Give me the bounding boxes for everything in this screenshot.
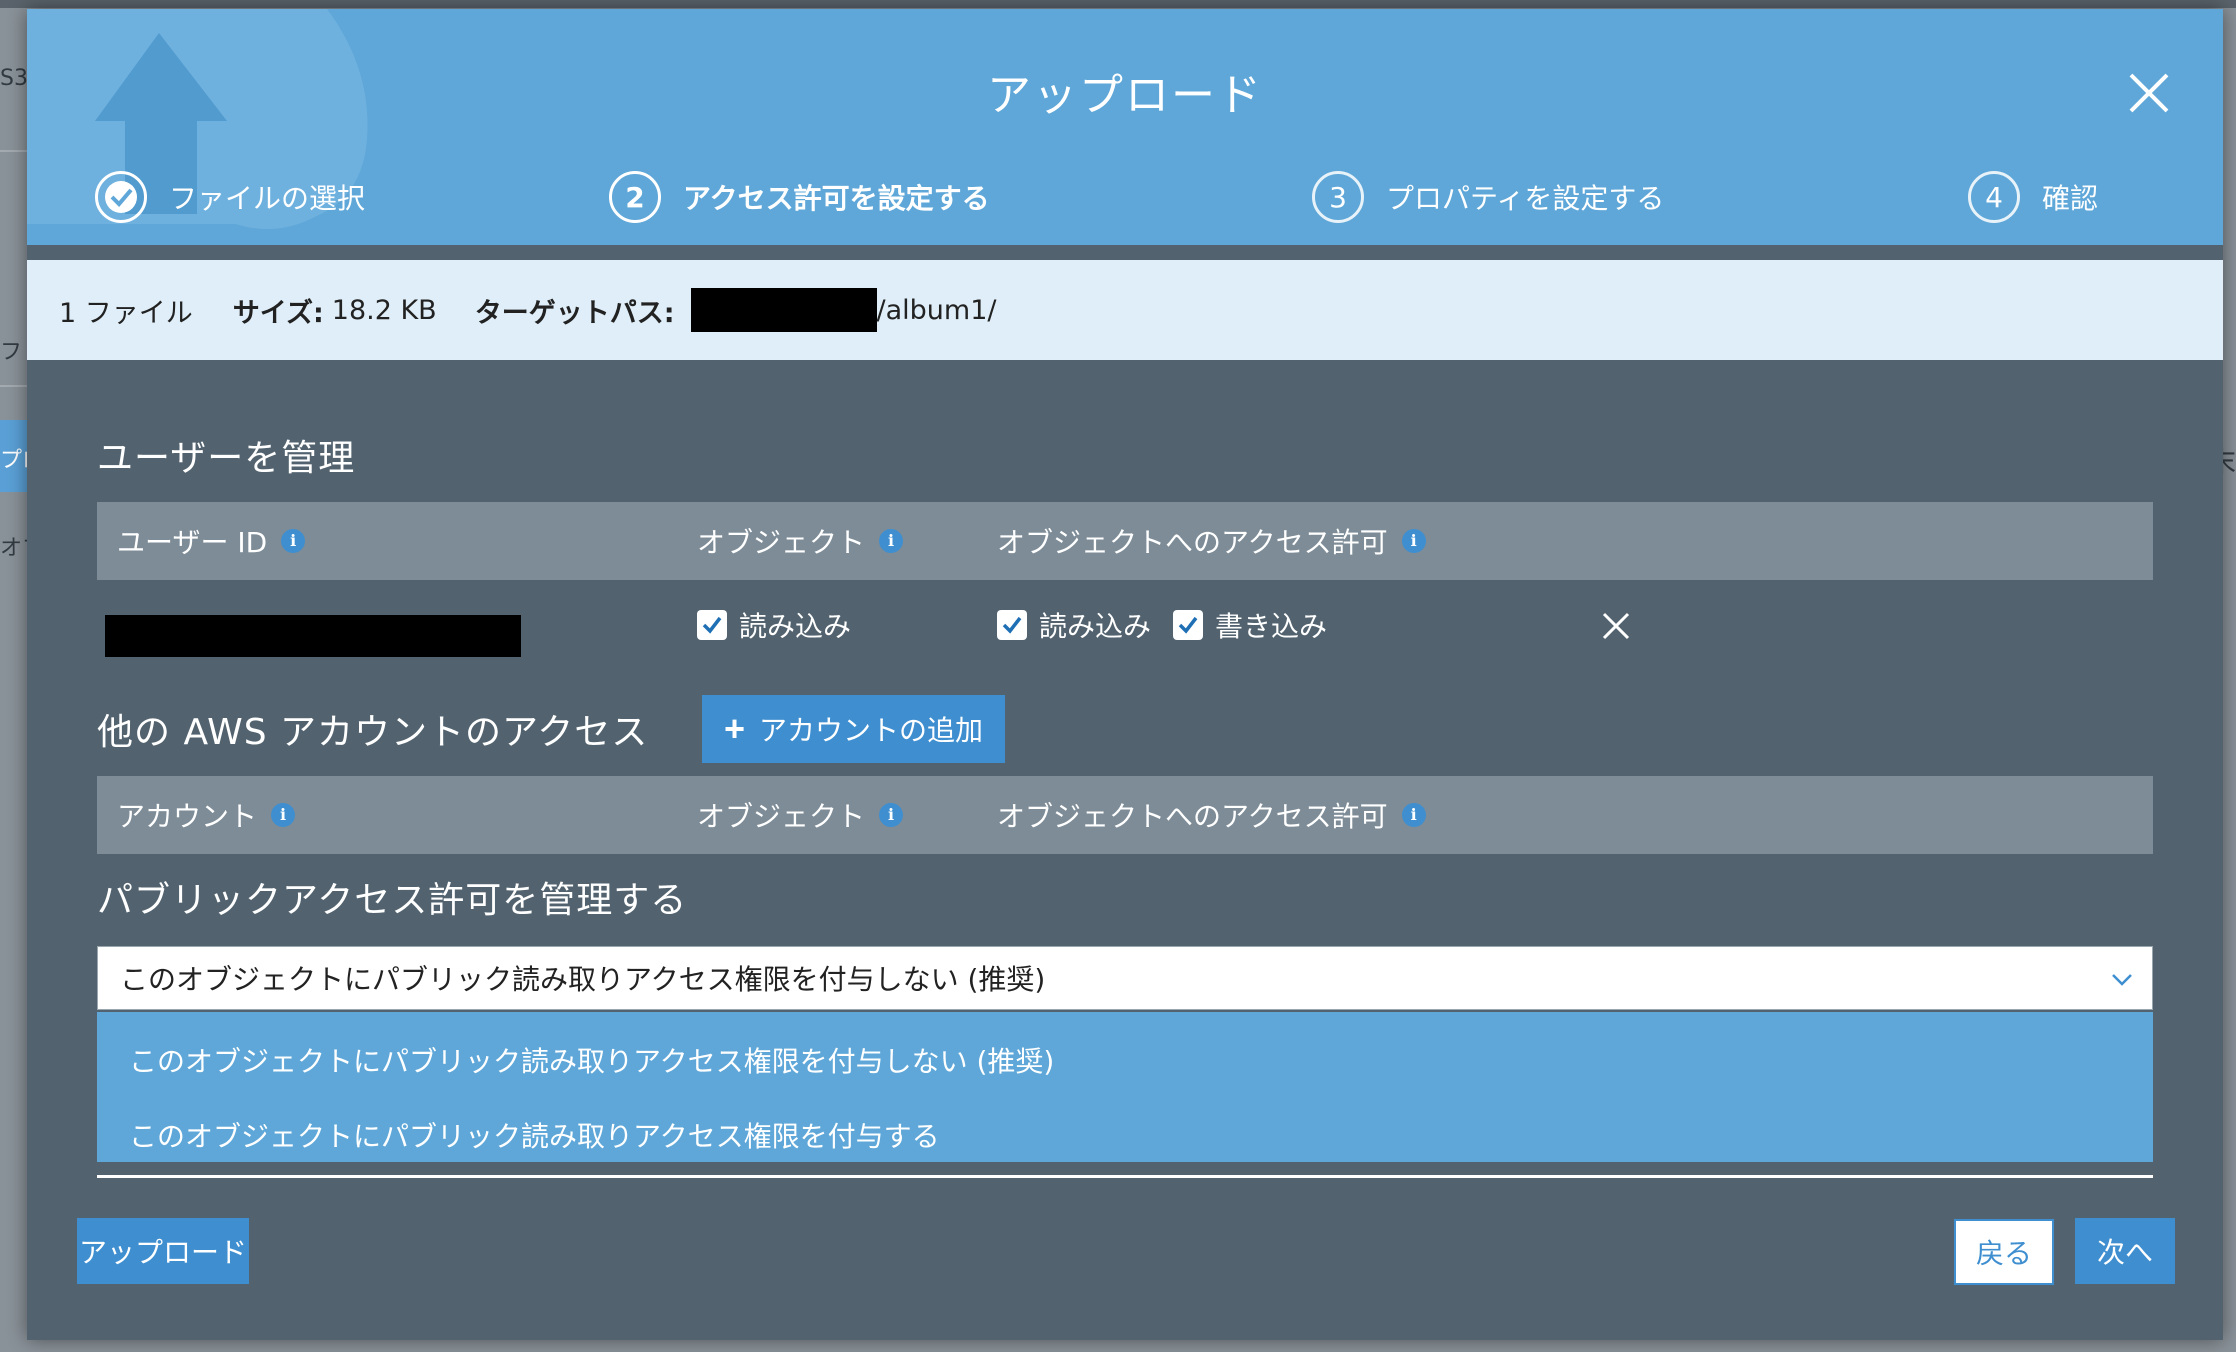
column-object: オブジェクト i [697,502,904,580]
wizard-steps: ファイルの選択 2 アクセス許可を設定する 3 プロパティを設定する 4 確認 [67,167,2197,227]
other-accounts-heading: 他の AWS アカウントのアクセス [97,712,649,753]
checkbox-label: 書き込み [1215,610,1328,643]
next-button[interactable]: 次へ [2075,1218,2175,1284]
step-select-files[interactable]: ファイルの選択 [95,167,365,227]
checkbox-checked[interactable] [697,610,727,640]
target-path-suffix: /album1/ [876,294,997,326]
column-label: オブジェクト [697,526,866,559]
column-user-id: ユーザー ID i [117,502,306,580]
modal-title: アップロード [987,70,1263,121]
step-label: ファイルの選択 [169,182,366,215]
column-account: アカウント i [117,776,296,854]
checkbox-checked[interactable] [1173,610,1204,640]
size-label: サイズ: [232,297,324,329]
close-icon[interactable] [2125,69,2173,117]
redacted-user-id [105,615,521,657]
redacted-bucket-name [690,288,877,332]
step-set-properties[interactable]: 3 プロパティを設定する [1312,167,1664,227]
check-icon [105,181,137,213]
step-number: 3 [1312,171,1364,223]
step-label: アクセス許可を設定する [683,182,990,215]
public-access-dropdown: このオブジェクトにパブリック読み取りアクセス権限を付与しない (推奨) このオブ… [97,1012,2153,1162]
add-account-button[interactable]: + アカウントの追加 [702,695,1006,763]
info-icon[interactable]: i [879,529,904,553]
background-text: フ [0,340,23,365]
chevron-down-icon [2112,974,2132,986]
background-divider [0,150,30,152]
info-icon[interactable]: i [879,803,904,827]
size-value: 18.2 KB [331,294,437,326]
users-table-header: ユーザー ID i オブジェクト i オブジェクトへのアクセス許可 i [97,502,2153,580]
info-icon[interactable]: i [1401,803,1426,827]
column-label: ユーザー ID [117,526,268,559]
background-top-bar [0,0,2236,8]
column-label: オブジェクトへのアクセス許可 [997,526,1388,559]
object-read-checkbox-group[interactable]: 読み込み [697,605,873,645]
table-row: 読み込み 読み込み 書き込み [97,591,2153,671]
column-label: アカウント [117,800,258,833]
check-icon [1002,616,1022,634]
step-check-icon [95,171,147,223]
check-icon [1178,616,1198,634]
add-account-label: アカウントの追加 [759,715,984,746]
column-object-permissions: オブジェクトへのアクセス許可 i [997,776,1426,854]
step-label: プロパティを設定する [1386,182,1665,215]
public-access-select[interactable]: このオブジェクトにパブリック読み取りアクセス権限を付与しない (推奨) [97,946,2153,1010]
dropdown-option-grant[interactable]: このオブジェクトにパブリック読み取りアクセス権限を付与する [129,1115,940,1155]
background-divider [0,385,30,387]
column-object: オブジェクト i [697,776,904,854]
permission-read-checkbox-group[interactable]: 読み込み 書き込み [997,605,1349,645]
info-icon[interactable]: i [1401,529,1426,553]
step-set-permissions[interactable]: 2 アクセス許可を設定する [609,167,990,227]
upload-button[interactable]: アップロード [77,1218,249,1284]
column-object-permissions: オブジェクトへのアクセス許可 i [997,502,1426,580]
check-icon [702,616,722,634]
modal-header: アップロード ファイルの選択 2 アクセス許可を設定する 3 プロパティを設定す… [27,9,2223,245]
target-path-label: ターゲットパス: [474,297,675,329]
checkbox-label: 読み込み [1039,610,1152,643]
checkbox-label: 読み込み [739,610,852,643]
step-review[interactable]: 4 確認 [1968,167,2098,227]
accounts-table-header: アカウント i オブジェクト i オブジェクトへのアクセス許可 i [97,776,2153,854]
back-button[interactable]: 戻る [1954,1219,2054,1285]
checkbox-checked[interactable] [997,610,1027,640]
step-label: 確認 [2042,182,2099,215]
file-count: 1 ファイル [59,297,193,329]
dropdown-option-deny[interactable]: このオブジェクトにパブリック読み取りアクセス権限を付与しない (推奨) [129,1040,1054,1080]
plus-icon: + [724,708,746,749]
manage-users-heading: ユーザーを管理 [97,438,356,479]
info-icon[interactable]: i [281,529,306,553]
remove-row-icon[interactable] [1599,609,1633,643]
step-number: 4 [1968,171,2020,223]
column-label: オブジェクトへのアクセス許可 [997,800,1388,833]
step-number: 2 [609,171,661,223]
public-access-heading: パブリックアクセス許可を管理する [97,880,688,921]
info-icon[interactable]: i [271,803,296,827]
select-value: このオブジェクトにパブリック読み取りアクセス権限を付与しない (推奨) [120,963,1046,996]
upload-modal: アップロード ファイルの選択 2 アクセス許可を設定する 3 プロパティを設定す… [27,9,2223,1340]
background-breadcrumb-text: S3 [0,66,28,91]
section-divider [97,1175,2153,1178]
upload-summary-bar: 1 ファイル サイズ: 18.2 KB ターゲットパス: /album1/ [27,260,2223,360]
column-label: オブジェクト [697,800,866,833]
